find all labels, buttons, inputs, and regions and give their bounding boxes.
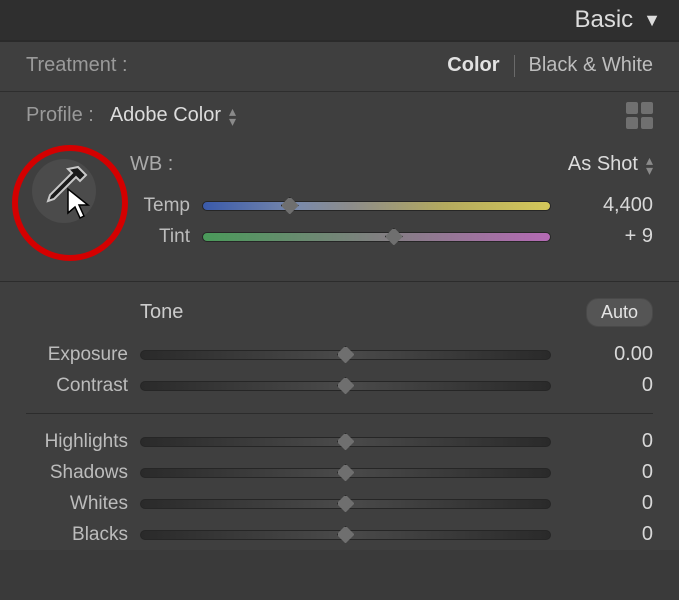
wb-value: As Shot xyxy=(568,153,638,176)
exposure-label: Exposure xyxy=(26,344,128,366)
blacks-thumb[interactable] xyxy=(337,526,355,544)
whites-slider[interactable] xyxy=(140,499,551,509)
tint-slider-row: Tint + 9 xyxy=(130,221,653,252)
profile-browser-icon[interactable] xyxy=(626,102,653,129)
exposure-row: Exposure 0.00 xyxy=(26,339,653,370)
panel-header[interactable]: Basic ▼ xyxy=(0,0,679,41)
treatment-section: Treatment : Color Black & White xyxy=(0,41,679,91)
blacks-value[interactable]: 0 xyxy=(563,523,653,546)
treatment-bw-option[interactable]: Black & White xyxy=(529,54,653,77)
panel-title: Basic xyxy=(574,6,633,34)
tint-slider[interactable] xyxy=(202,232,551,242)
contrast-thumb[interactable] xyxy=(337,377,355,395)
shadows-value[interactable]: 0 xyxy=(563,461,653,484)
treatment-divider xyxy=(514,55,515,77)
temp-value[interactable]: 4,400 xyxy=(563,194,653,217)
contrast-row: Contrast 0 xyxy=(26,370,653,401)
whites-thumb[interactable] xyxy=(337,495,355,513)
highlights-value[interactable]: 0 xyxy=(563,430,653,453)
tone-title: Tone xyxy=(140,301,551,324)
wb-preset-dropdown[interactable]: As Shot ▴▾ xyxy=(568,153,653,176)
highlights-slider[interactable] xyxy=(140,437,551,447)
highlights-label: Highlights xyxy=(26,431,128,453)
shadows-label: Shadows xyxy=(26,462,128,484)
temp-slider-row: Temp 4,400 xyxy=(130,190,653,221)
exposure-value[interactable]: 0.00 xyxy=(563,343,653,366)
treatment-label: Treatment : xyxy=(26,54,128,77)
blacks-slider[interactable] xyxy=(140,530,551,540)
updown-icon: ▴▾ xyxy=(646,155,653,175)
blacks-label: Blacks xyxy=(26,524,128,546)
temp-slider[interactable] xyxy=(202,201,551,211)
profile-dropdown[interactable]: Adobe Color ▴▾ xyxy=(110,104,236,127)
highlights-row: Highlights 0 xyxy=(26,426,653,457)
exposure-thumb[interactable] xyxy=(337,346,355,364)
whites-value[interactable]: 0 xyxy=(563,492,653,515)
contrast-value[interactable]: 0 xyxy=(563,374,653,397)
contrast-label: Contrast xyxy=(26,375,128,397)
whites-label: Whites xyxy=(26,493,128,515)
temp-label: Temp xyxy=(130,195,190,217)
cursor-icon xyxy=(66,187,96,221)
updown-icon: ▴▾ xyxy=(229,106,236,126)
whites-row: Whites 0 xyxy=(26,488,653,519)
tone-header: Tone Auto xyxy=(0,281,679,339)
tint-thumb[interactable] xyxy=(385,228,403,246)
shadows-slider[interactable] xyxy=(140,468,551,478)
basic-panel: Basic ▼ Treatment : Color Black & White … xyxy=(0,0,679,550)
treatment-color-option[interactable]: Color xyxy=(447,54,499,77)
profile-value: Adobe Color xyxy=(110,104,221,127)
exposure-slider[interactable] xyxy=(140,350,551,360)
temp-thumb[interactable] xyxy=(281,197,299,215)
tint-value[interactable]: + 9 xyxy=(563,225,653,248)
contrast-slider[interactable] xyxy=(140,381,551,391)
shadows-thumb[interactable] xyxy=(337,464,355,482)
collapse-triangle-icon[interactable]: ▼ xyxy=(643,10,661,31)
shadows-row: Shadows 0 xyxy=(26,457,653,488)
profile-label: Profile : xyxy=(26,104,94,127)
wb-label: WB : xyxy=(130,153,173,176)
tint-label: Tint xyxy=(130,226,190,248)
profile-row: Profile : Adobe Color ▴▾ xyxy=(0,91,679,141)
highlights-thumb[interactable] xyxy=(337,433,355,451)
blacks-row: Blacks 0 xyxy=(26,519,653,550)
divider xyxy=(26,413,653,414)
wb-section: WB : As Shot ▴▾ Temp 4,400 Tint + 9 xyxy=(0,141,679,271)
auto-button[interactable]: Auto xyxy=(586,298,653,327)
